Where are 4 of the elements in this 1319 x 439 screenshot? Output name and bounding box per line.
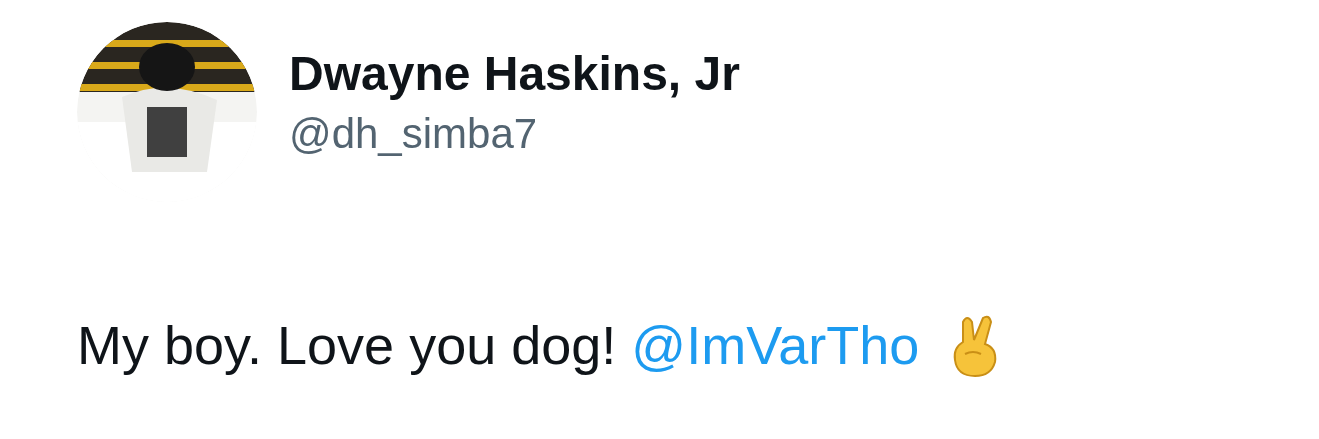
author-handle: @dh_simba7 [289,109,539,159]
tweet-text: My boy. Love you dog! @ImVarTho [77,314,920,377]
author-name: Dwayne Haskins, Jr [289,46,740,102]
mention-link[interactable]: @ImVarTho [631,315,920,375]
